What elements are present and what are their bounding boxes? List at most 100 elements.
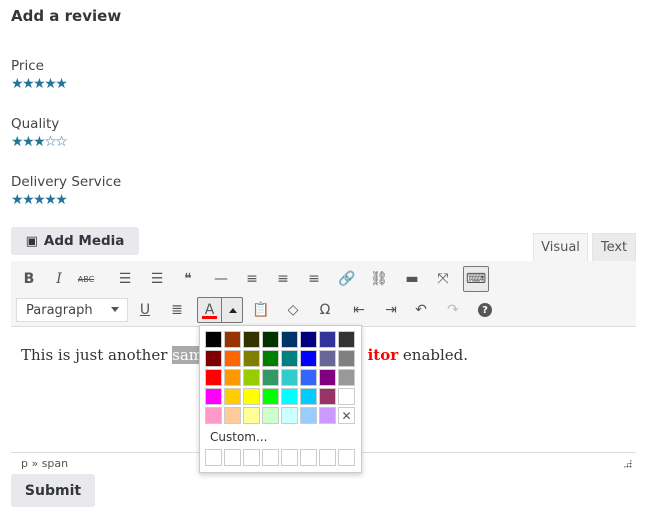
indent-button[interactable]: ⇥: [378, 297, 404, 323]
rating-stars-quality[interactable]: ★★★☆☆: [11, 134, 68, 150]
color-swatch[interactable]: [281, 369, 298, 386]
unlink-button[interactable]: ⛓: [366, 266, 392, 292]
blockquote-button[interactable]: ❝: [175, 266, 201, 292]
justify-button[interactable]: ≣: [164, 297, 190, 323]
color-swatch[interactable]: [205, 331, 222, 348]
color-swatch[interactable]: [243, 331, 260, 348]
color-swatch[interactable]: [281, 407, 298, 424]
undo-button[interactable]: ↶: [408, 297, 434, 323]
numbered-list-button[interactable]: ☰: [144, 266, 170, 292]
strikethrough-button[interactable]: ABC: [73, 266, 99, 292]
toolbar-toggle-button[interactable]: ⌨: [463, 266, 489, 292]
custom-color-slot[interactable]: [243, 449, 260, 466]
star-empty-icon[interactable]: ☆: [55, 134, 68, 150]
help-button[interactable]: ?: [472, 297, 498, 323]
format-select[interactable]: Paragraph: [16, 298, 128, 322]
color-swatch[interactable]: [243, 369, 260, 386]
color-swatch[interactable]: [300, 388, 317, 405]
color-swatch[interactable]: [262, 331, 279, 348]
custom-color-slot[interactable]: [262, 449, 279, 466]
color-swatch[interactable]: [262, 369, 279, 386]
align-left-button[interactable]: ≡: [239, 266, 265, 292]
star-filled-icon[interactable]: ★: [33, 192, 46, 208]
star-filled-icon[interactable]: ★: [22, 76, 35, 92]
custom-color-slot[interactable]: [205, 449, 222, 466]
color-swatch[interactable]: [319, 331, 336, 348]
star-filled-icon[interactable]: ★: [33, 134, 46, 150]
color-swatch[interactable]: [281, 388, 298, 405]
color-swatch[interactable]: [224, 350, 241, 367]
color-swatch[interactable]: [281, 350, 298, 367]
color-swatch[interactable]: [319, 388, 336, 405]
outdent-button[interactable]: ⇤: [346, 297, 372, 323]
redo-button[interactable]: ↷: [440, 297, 466, 323]
read-more-button[interactable]: ▬: [399, 266, 425, 292]
color-swatch[interactable]: [262, 350, 279, 367]
star-filled-icon[interactable]: ★: [55, 76, 68, 92]
custom-color-slot[interactable]: [224, 449, 241, 466]
star-filled-icon[interactable]: ★: [22, 192, 35, 208]
link-button[interactable]: 🔗: [334, 266, 360, 292]
align-center-button[interactable]: ≡: [270, 266, 296, 292]
fullscreen-button[interactable]: ⤧: [430, 266, 456, 292]
color-swatch[interactable]: [319, 350, 336, 367]
color-swatch[interactable]: [338, 331, 355, 348]
submit-button[interactable]: Submit: [11, 474, 95, 507]
bold-button[interactable]: B: [16, 266, 42, 292]
color-swatch[interactable]: [243, 350, 260, 367]
color-swatch[interactable]: [319, 369, 336, 386]
color-swatch[interactable]: [224, 331, 241, 348]
underline-button[interactable]: U: [132, 297, 158, 323]
tab-visual[interactable]: Visual: [533, 233, 588, 261]
color-swatch[interactable]: [262, 388, 279, 405]
star-filled-icon[interactable]: ★: [11, 134, 24, 150]
element-path[interactable]: p » span: [21, 457, 68, 470]
horizontal-line-button[interactable]: —: [208, 266, 234, 292]
custom-color-slot[interactable]: [319, 449, 336, 466]
star-filled-icon[interactable]: ★: [11, 192, 24, 208]
star-filled-icon[interactable]: ★: [11, 76, 24, 92]
italic-button[interactable]: I: [46, 266, 72, 292]
color-swatch[interactable]: [205, 407, 222, 424]
color-swatch[interactable]: [300, 407, 317, 424]
color-swatch[interactable]: [224, 407, 241, 424]
special-character-button[interactable]: Ω: [312, 297, 338, 323]
color-swatch[interactable]: [224, 369, 241, 386]
color-swatch[interactable]: [300, 369, 317, 386]
color-swatch[interactable]: [281, 331, 298, 348]
color-swatch[interactable]: [338, 388, 355, 405]
text-color-dropdown-toggle[interactable]: [223, 298, 242, 322]
custom-color-slot[interactable]: [338, 449, 355, 466]
color-swatch[interactable]: [338, 369, 355, 386]
resize-handle-icon[interactable]: [623, 459, 632, 468]
star-filled-icon[interactable]: ★: [22, 134, 35, 150]
star-filled-icon[interactable]: ★: [55, 192, 68, 208]
rating-stars-price[interactable]: ★★★★★: [11, 76, 68, 92]
color-swatch[interactable]: [205, 350, 222, 367]
star-filled-icon[interactable]: ★: [44, 192, 57, 208]
text-color-button[interactable]: A: [198, 298, 222, 322]
star-filled-icon[interactable]: ★: [44, 76, 57, 92]
custom-color-slot[interactable]: [281, 449, 298, 466]
color-swatch[interactable]: [243, 388, 260, 405]
bullet-list-button[interactable]: ☰: [112, 266, 138, 292]
custom-color-slot[interactable]: [300, 449, 317, 466]
paste-as-text-button[interactable]: 📋: [248, 297, 274, 323]
remove-color-button[interactable]: ✕: [338, 407, 355, 424]
color-swatch[interactable]: [205, 388, 222, 405]
color-swatch[interactable]: [319, 407, 336, 424]
custom-color-button[interactable]: Custom...: [210, 430, 267, 444]
color-swatch[interactable]: [300, 350, 317, 367]
add-media-button[interactable]: ▣ Add Media: [11, 227, 139, 255]
align-right-button[interactable]: ≡: [301, 266, 327, 292]
color-swatch[interactable]: [262, 407, 279, 424]
color-swatch[interactable]: [300, 331, 317, 348]
star-filled-icon[interactable]: ★: [33, 76, 46, 92]
rating-stars-delivery[interactable]: ★★★★★: [11, 192, 68, 208]
color-swatch[interactable]: [224, 388, 241, 405]
color-swatch[interactable]: [338, 350, 355, 367]
color-swatch[interactable]: [205, 369, 222, 386]
clear-formatting-button[interactable]: ◇: [280, 297, 306, 323]
star-empty-icon[interactable]: ☆: [44, 134, 57, 150]
color-swatch[interactable]: [243, 407, 260, 424]
